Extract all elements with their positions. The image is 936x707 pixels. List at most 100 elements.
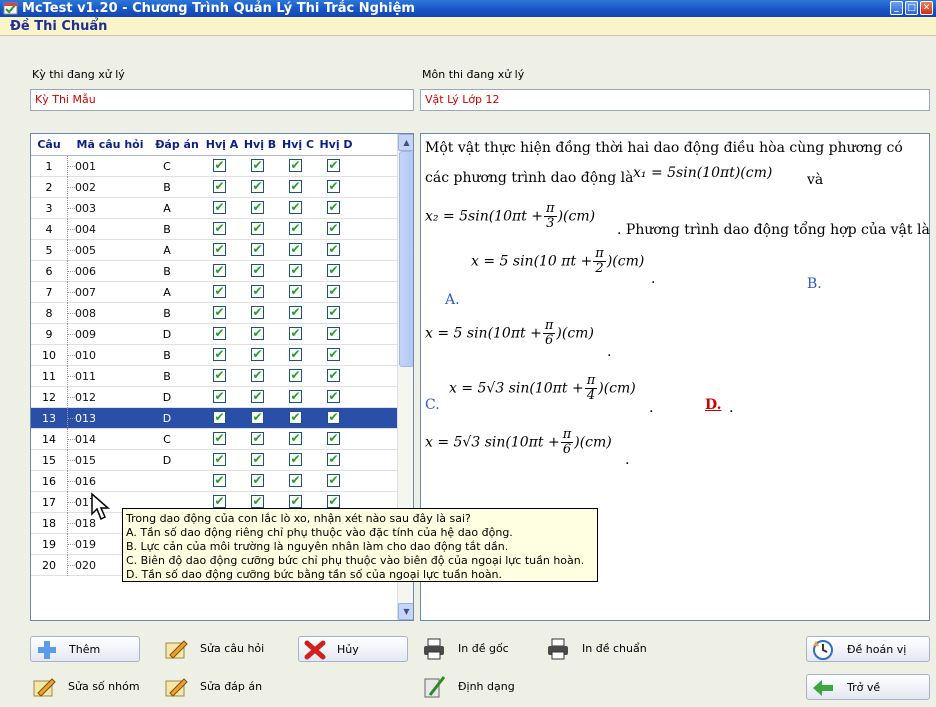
perm-checkbox-c[interactable]: ✔ [289,243,302,256]
edit-answer-button[interactable]: Sửa đáp án [164,674,284,700]
perm-checkbox-c[interactable]: ✔ [289,411,302,424]
perm-checkbox-a[interactable]: ✔ [213,369,226,382]
edit-question-button[interactable]: Sửa câu hỏi [164,636,284,662]
header-perm-c[interactable]: Hvị C [279,138,317,151]
perm-checkbox-b[interactable]: ✔ [251,264,264,277]
table-row[interactable]: 9 009 D ✔ ✔ ✔ ✔ [31,324,397,345]
perm-checkbox-b[interactable]: ✔ [251,453,264,466]
perm-checkbox-b[interactable]: ✔ [251,390,264,403]
perm-checkbox-d[interactable]: ✔ [327,369,340,382]
perm-checkbox-a[interactable]: ✔ [213,390,226,403]
perm-checkbox-c[interactable]: ✔ [289,306,302,319]
perm-checkbox-d[interactable]: ✔ [327,432,340,445]
table-row[interactable]: 3 003 A ✔ ✔ ✔ ✔ [31,198,397,219]
back-button[interactable]: Trở về [806,674,930,700]
perm-checkbox-d[interactable]: ✔ [327,285,340,298]
perm-checkbox-a[interactable]: ✔ [213,453,226,466]
perm-checkbox-b[interactable]: ✔ [251,474,264,487]
perm-checkbox-d[interactable]: ✔ [327,306,340,319]
table-row[interactable]: 1 001 C ✔ ✔ ✔ ✔ [31,156,397,177]
table-row[interactable]: 2 002 B ✔ ✔ ✔ ✔ [31,177,397,198]
perm-checkbox-c[interactable]: ✔ [289,390,302,403]
add-button[interactable]: Thêm [30,636,140,662]
perm-checkbox-a[interactable]: ✔ [213,432,226,445]
perm-checkbox-b[interactable]: ✔ [251,432,264,445]
print-standard-button[interactable]: In đề chuẩn [546,636,676,662]
table-row[interactable]: 8 008 B ✔ ✔ ✔ ✔ [31,303,397,324]
maximize-button[interactable]: □ [905,1,918,15]
perm-checkbox-b[interactable]: ✔ [251,180,264,193]
perm-checkbox-c[interactable]: ✔ [289,474,302,487]
header-perm-a[interactable]: Hvị A [203,138,241,151]
perm-checkbox-c[interactable]: ✔ [289,495,302,508]
perm-checkbox-d[interactable]: ✔ [327,180,340,193]
subject-field[interactable]: Vật Lý Lớp 12 [420,89,930,111]
table-row[interactable]: 6 006 B ✔ ✔ ✔ ✔ [31,261,397,282]
table-row[interactable]: 5 005 A ✔ ✔ ✔ ✔ [31,240,397,261]
perm-checkbox-b[interactable]: ✔ [251,222,264,235]
table-row[interactable]: 16 016 ✔ ✔ ✔ ✔ [31,471,397,492]
perm-checkbox-a[interactable]: ✔ [213,201,226,214]
scroll-thumb[interactable] [399,151,413,367]
perm-checkbox-c[interactable]: ✔ [289,264,302,277]
perm-checkbox-d[interactable]: ✔ [327,327,340,340]
permute-exam-button[interactable]: Đề hoán vị [806,636,930,662]
perm-checkbox-d[interactable]: ✔ [327,348,340,361]
edit-group-button[interactable]: Sửa số nhóm [30,674,150,700]
print-original-button[interactable]: In đề gốc [422,636,532,662]
perm-checkbox-d[interactable]: ✔ [327,222,340,235]
scroll-down-button[interactable]: ▼ [398,603,413,620]
perm-checkbox-c[interactable]: ✔ [289,453,302,466]
perm-checkbox-a[interactable]: ✔ [213,180,226,193]
header-id[interactable]: Mã câu hỏi [69,138,151,151]
perm-checkbox-b[interactable]: ✔ [251,411,264,424]
perm-checkbox-a[interactable]: ✔ [213,495,226,508]
perm-checkbox-c[interactable]: ✔ [289,369,302,382]
perm-checkbox-d[interactable]: ✔ [327,159,340,172]
exam-field[interactable]: Kỳ Thi Mẫu [30,89,414,111]
table-row[interactable]: 4 004 B ✔ ✔ ✔ ✔ [31,219,397,240]
header-perm-d[interactable]: Hvị D [317,138,355,151]
perm-checkbox-a[interactable]: ✔ [213,348,226,361]
perm-checkbox-a[interactable]: ✔ [213,222,226,235]
perm-checkbox-d[interactable]: ✔ [327,201,340,214]
perm-checkbox-c[interactable]: ✔ [289,432,302,445]
perm-checkbox-d[interactable]: ✔ [327,264,340,277]
perm-checkbox-b[interactable]: ✔ [251,306,264,319]
perm-checkbox-a[interactable]: ✔ [213,285,226,298]
perm-checkbox-b[interactable]: ✔ [251,285,264,298]
perm-checkbox-b[interactable]: ✔ [251,495,264,508]
perm-checkbox-a[interactable]: ✔ [213,411,226,424]
table-row[interactable]: 7 007 A ✔ ✔ ✔ ✔ [31,282,397,303]
table-row[interactable]: 13 013 D ✔ ✔ ✔ ✔ [31,408,397,429]
perm-checkbox-b[interactable]: ✔ [251,243,264,256]
perm-checkbox-c[interactable]: ✔ [289,201,302,214]
header-answer[interactable]: Đáp án [151,138,203,151]
table-row[interactable]: 14 014 C ✔ ✔ ✔ ✔ [31,429,397,450]
close-button[interactable]: ✕ [920,1,933,15]
perm-checkbox-a[interactable]: ✔ [213,306,226,319]
perm-checkbox-d[interactable]: ✔ [327,453,340,466]
perm-checkbox-c[interactable]: ✔ [289,348,302,361]
perm-checkbox-b[interactable]: ✔ [251,348,264,361]
minimize-button[interactable]: _ [890,1,903,15]
table-row[interactable]: 10 010 B ✔ ✔ ✔ ✔ [31,345,397,366]
perm-checkbox-c[interactable]: ✔ [289,327,302,340]
perm-checkbox-a[interactable]: ✔ [213,159,226,172]
table-row[interactable]: 12 012 D ✔ ✔ ✔ ✔ [31,387,397,408]
perm-checkbox-c[interactable]: ✔ [289,222,302,235]
table-row[interactable]: 11 011 B ✔ ✔ ✔ ✔ [31,366,397,387]
perm-checkbox-a[interactable]: ✔ [213,264,226,277]
format-button[interactable]: Định dạng [422,674,542,700]
perm-checkbox-d[interactable]: ✔ [327,243,340,256]
header-num[interactable]: Câu [33,138,65,151]
scroll-up-button[interactable]: ▲ [398,134,413,151]
perm-checkbox-d[interactable]: ✔ [327,495,340,508]
perm-checkbox-b[interactable]: ✔ [251,327,264,340]
perm-checkbox-d[interactable]: ✔ [327,411,340,424]
header-perm-b[interactable]: Hvị B [241,138,279,151]
perm-checkbox-c[interactable]: ✔ [289,180,302,193]
perm-checkbox-d[interactable]: ✔ [327,390,340,403]
perm-checkbox-c[interactable]: ✔ [289,159,302,172]
perm-checkbox-a[interactable]: ✔ [213,327,226,340]
